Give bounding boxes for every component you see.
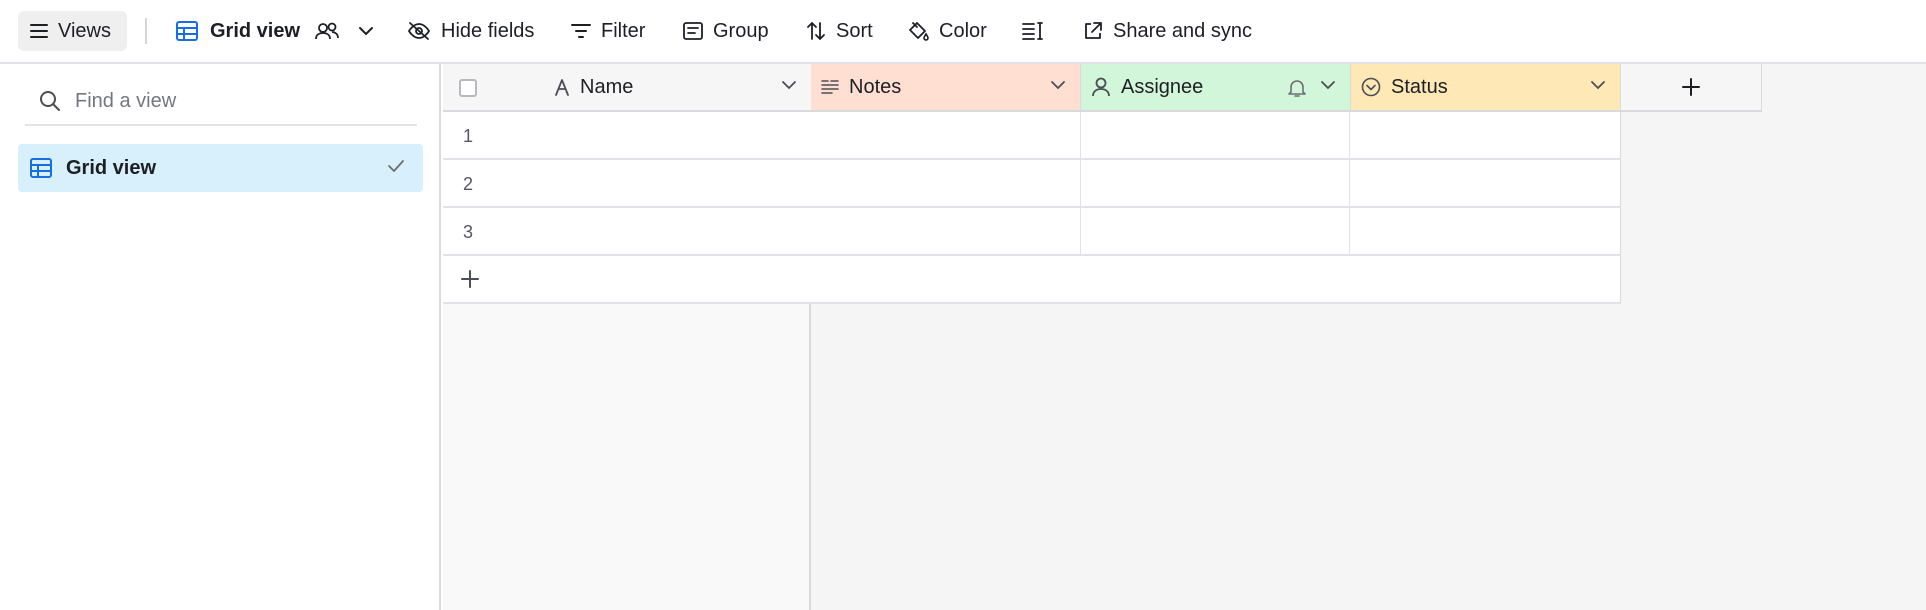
check-icon [387,159,405,173]
user-icon [1091,77,1111,97]
grid-icon [176,21,198,41]
external-link-icon [1083,21,1103,41]
filter-button[interactable]: Filter [571,11,645,51]
table-row[interactable]: 2 [443,160,811,208]
column-header-label: Name [580,75,634,98]
group-icon [683,22,703,40]
table-cell[interactable] [1350,208,1620,254]
column-header-assignee[interactable]: Assignee [1081,64,1351,112]
plus-icon [1681,77,1701,97]
table-cell[interactable] [811,160,1081,206]
row-height-icon [1022,22,1044,40]
grid-icon [30,158,52,178]
collaborators-icon [314,21,340,41]
add-field-button[interactable] [1621,64,1762,112]
views-sidebar: Grid view [0,64,441,610]
column-header-name[interactable]: Name [443,64,811,112]
chevron-down-icon[interactable] [781,80,797,90]
table-cell[interactable] [1081,112,1351,158]
paint-bucket-icon [907,21,929,41]
row-number: 2 [463,174,474,194]
column-header-label: Assignee [1121,75,1204,98]
grid-area: Name Notes Assignee Status 1 2 3 [443,64,1926,610]
views-button[interactable]: Views [18,11,127,51]
table-cell[interactable] [1350,112,1620,158]
table-cell[interactable] [1081,160,1351,206]
sort-icon [806,21,826,41]
hamburger-icon [30,23,48,39]
share-and-sync-button[interactable]: Share and sync [1083,11,1252,51]
table-cell[interactable] [1081,208,1351,254]
row-number: 3 [463,222,474,242]
chevron-down-icon[interactable] [1050,80,1066,90]
hide-fields-button[interactable]: Hide fields [407,11,534,51]
chevron-down-icon[interactable] [358,26,374,36]
table-row[interactable] [811,112,1621,160]
row-height-button[interactable] [1022,11,1044,51]
add-record-button[interactable] [443,256,811,304]
table-cell[interactable] [1350,160,1620,206]
column-header-label: Status [1391,75,1448,98]
long-text-icon [821,79,839,95]
add-record-row[interactable] [811,256,1621,304]
sidebar-item-label: Grid view [66,156,157,179]
color-button[interactable]: Color [907,11,987,51]
column-header-label: Notes [849,75,902,98]
table-cell[interactable] [811,112,1081,158]
plus-icon [460,269,480,289]
row-number: 1 [463,126,474,146]
table-row[interactable] [811,160,1621,208]
table-row[interactable]: 1 [443,112,811,160]
color-label: Color [939,19,987,42]
chevron-down-icon[interactable] [1590,80,1606,90]
select-all-checkbox[interactable] [459,79,477,97]
text-a-icon [554,78,570,96]
bell-icon[interactable] [1288,78,1306,98]
sort-label: Sort [836,19,873,42]
current-view-label: Grid view [210,19,301,42]
table-row[interactable] [811,208,1621,256]
single-select-icon [1361,77,1381,97]
filter-icon [571,23,591,39]
filter-label: Filter [601,19,646,42]
group-button[interactable]: Group [683,11,769,51]
search-icon [39,90,61,112]
table-row[interactable]: 3 [443,208,811,256]
chevron-down-icon[interactable] [1320,80,1336,90]
find-view-input[interactable] [75,89,395,113]
current-view-button[interactable]: Grid view [176,11,374,51]
find-view-search [25,78,417,126]
hide-fields-label: Hide fields [441,19,535,42]
group-label: Group [713,19,769,42]
views-button-label: Views [58,19,111,42]
share-and-sync-label: Share and sync [1113,19,1252,42]
eye-slash-icon [407,21,431,41]
table-cell[interactable] [811,208,1081,254]
toolbar-divider [145,18,147,44]
column-header-status[interactable]: Status [1351,64,1621,112]
column-header-notes[interactable]: Notes [811,64,1081,112]
view-toolbar: Views Grid view Hide fields Filter Group [0,0,1926,64]
sort-button[interactable]: Sort [806,11,873,51]
sidebar-item-grid-view[interactable]: Grid view [18,144,423,192]
